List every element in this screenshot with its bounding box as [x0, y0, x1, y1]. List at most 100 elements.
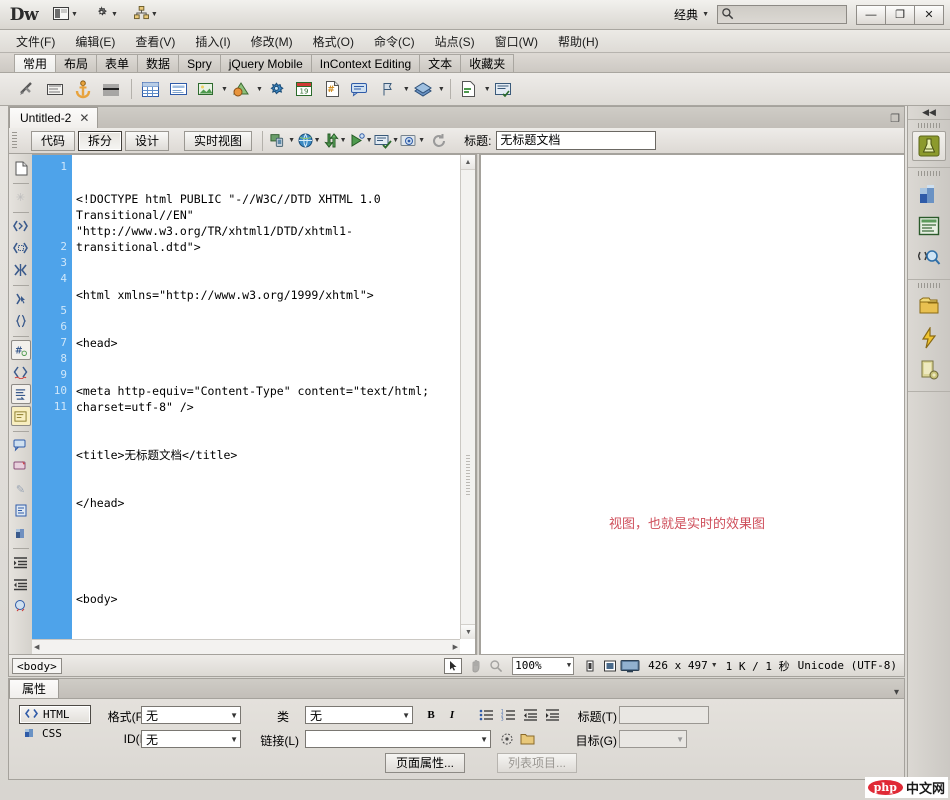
date-icon[interactable]: 19: [291, 76, 317, 102]
document-tab-untitled-2[interactable]: Untitled-2 ✕: [9, 107, 98, 128]
mobile-size-icon[interactable]: [580, 657, 600, 675]
validate-markup-icon[interactable]: ▼: [400, 130, 425, 152]
extract-panel-icon[interactable]: [912, 355, 946, 385]
menu-commands[interactable]: 命令(C): [364, 29, 425, 54]
scroll-up-icon[interactable]: ▲: [461, 155, 475, 170]
ordered-list-icon[interactable]: 123: [499, 706, 517, 724]
chevron-down-icon[interactable]: ▼: [438, 86, 445, 93]
properties-mode-html[interactable]: HTML: [19, 705, 91, 724]
desktop-size-icon[interactable]: [620, 657, 640, 675]
minimize-button[interactable]: —: [856, 5, 886, 25]
scroll-thumb[interactable]: [466, 455, 470, 495]
indent-code-icon[interactable]: [11, 552, 31, 572]
point-to-file-icon[interactable]: [498, 730, 516, 748]
tag-selector[interactable]: <body>: [12, 658, 62, 674]
format-source-icon[interactable]: [11, 501, 31, 521]
italic-icon[interactable]: I: [443, 706, 461, 724]
expand-panels-icon[interactable]: ◀◀: [908, 106, 950, 120]
id-select[interactable]: 无 ▼: [141, 730, 241, 748]
properties-panel-tab[interactable]: 属性: [9, 679, 59, 698]
class-select[interactable]: 无 ▼: [305, 706, 413, 724]
insert-tab-forms[interactable]: 表单: [96, 54, 138, 72]
chevron-down-icon[interactable]: ▼: [484, 86, 491, 93]
open-documents-icon[interactable]: [11, 158, 31, 178]
code-text[interactable]: <!DOCTYPE html PUBLIC "-//W3C//DTD XHTML…: [72, 155, 475, 654]
menu-insert[interactable]: 插入(I): [185, 29, 240, 54]
table-icon[interactable]: [137, 76, 163, 102]
css-indent-icon[interactable]: [11, 523, 31, 543]
collapse-selection-icon[interactable]: [11, 238, 31, 258]
close-button[interactable]: ✕: [914, 5, 944, 25]
maximize-button[interactable]: ❐: [885, 5, 915, 25]
chevron-down-icon[interactable]: ▼: [221, 86, 228, 93]
page-properties-button[interactable]: 页面属性...: [385, 753, 465, 773]
menu-edit[interactable]: 编辑(E): [65, 29, 125, 54]
view-button-design[interactable]: 设计: [125, 131, 169, 151]
line-numbers-icon[interactable]: #: [11, 340, 31, 360]
insert-tab-favorites[interactable]: 收藏夹: [460, 54, 514, 72]
document-toolbar-grip[interactable]: [12, 132, 17, 148]
insert-div-tag-icon[interactable]: [165, 76, 191, 102]
expand-all-icon[interactable]: [11, 260, 31, 280]
menu-format[interactable]: 格式(O): [303, 29, 364, 54]
insert-tab-jquery-mobile[interactable]: jQuery Mobile: [220, 54, 312, 72]
zoom-tool-icon[interactable]: [486, 657, 506, 675]
panel-group-grip[interactable]: [908, 168, 950, 178]
preview-in-browser-icon[interactable]: ▼: [296, 130, 321, 152]
design-view-pane[interactable]: 视图，也就是实时的效果图: [480, 154, 905, 655]
apply-source-formatting-icon[interactable]: [11, 596, 31, 616]
menu-site[interactable]: 站点(S): [425, 29, 485, 54]
scroll-down-icon[interactable]: ▼: [461, 624, 476, 639]
horizontal-rule-icon[interactable]: [98, 76, 124, 102]
email-link-icon[interactable]: [42, 76, 68, 102]
refresh-design-view-icon[interactable]: [426, 130, 451, 152]
named-anchor-icon[interactable]: [70, 76, 96, 102]
properties-mode-css[interactable]: CSS: [19, 724, 91, 743]
server-side-include-icon[interactable]: #: [319, 76, 345, 102]
script-icon[interactable]: [410, 76, 436, 102]
search-input[interactable]: [717, 5, 847, 24]
title-attr-input[interactable]: [619, 706, 709, 724]
comment-icon[interactable]: [347, 76, 373, 102]
extend-dreamweaver-button[interactable]: ▼: [89, 4, 123, 26]
tablet-size-icon[interactable]: [600, 657, 620, 675]
collapse-full-tag-icon[interactable]: ✳: [11, 187, 31, 207]
get-put-file-icon[interactable]: ▼: [322, 130, 347, 152]
collapse-outside-tag-icon[interactable]: [11, 216, 31, 236]
code-horizontal-scrollbar[interactable]: ◀ ▶: [32, 639, 460, 654]
chevron-down-icon[interactable]: ▼: [256, 86, 263, 93]
menu-modify[interactable]: 修改(M): [241, 29, 303, 54]
select-tool-icon[interactable]: [444, 658, 462, 674]
tag-chooser-icon[interactable]: [491, 76, 517, 102]
insert-tab-common[interactable]: 常用: [14, 54, 56, 72]
apply-comment-icon[interactable]: [11, 384, 31, 404]
menu-help[interactable]: 帮助(H): [548, 29, 609, 54]
hyperlink-icon[interactable]: [14, 76, 40, 102]
chevron-down-icon[interactable]: ▼: [711, 662, 718, 669]
wrap-tag-icon[interactable]: [11, 435, 31, 455]
select-parent-tag-icon[interactable]: [11, 289, 31, 309]
remove-comment-icon[interactable]: [11, 406, 31, 426]
scroll-right-icon[interactable]: ▶: [453, 643, 458, 651]
hand-tool-icon[interactable]: [466, 657, 486, 675]
highlight-invalid-code-icon[interactable]: [11, 362, 31, 382]
bold-icon[interactable]: B: [422, 706, 440, 724]
layout-switcher-button[interactable]: ▼: [48, 4, 83, 26]
assets-panel-icon[interactable]: [912, 323, 946, 353]
outdent-icon[interactable]: [521, 706, 539, 724]
restore-document-window-icon[interactable]: ❐: [890, 112, 900, 125]
view-button-split[interactable]: 拆分: [78, 131, 122, 151]
insert-panel-icon[interactable]: [912, 131, 946, 161]
panel-group-grip[interactable]: [908, 120, 950, 130]
templates-icon[interactable]: [456, 76, 482, 102]
widget-icon[interactable]: [263, 76, 289, 102]
indent-icon[interactable]: [543, 706, 561, 724]
visual-aids-icon[interactable]: ▼: [374, 130, 399, 152]
files-panel-icon[interactable]: [912, 291, 946, 321]
document-title-input[interactable]: 无标题文档: [496, 131, 656, 150]
zoom-select[interactable]: 100% ▼: [512, 657, 574, 675]
scroll-left-icon[interactable]: ◀: [34, 643, 39, 651]
insert-tab-incontext-editing[interactable]: InContext Editing: [311, 54, 420, 72]
insert-tab-data[interactable]: 数据: [137, 54, 179, 72]
list-item-button[interactable]: 列表项目...: [497, 753, 577, 773]
